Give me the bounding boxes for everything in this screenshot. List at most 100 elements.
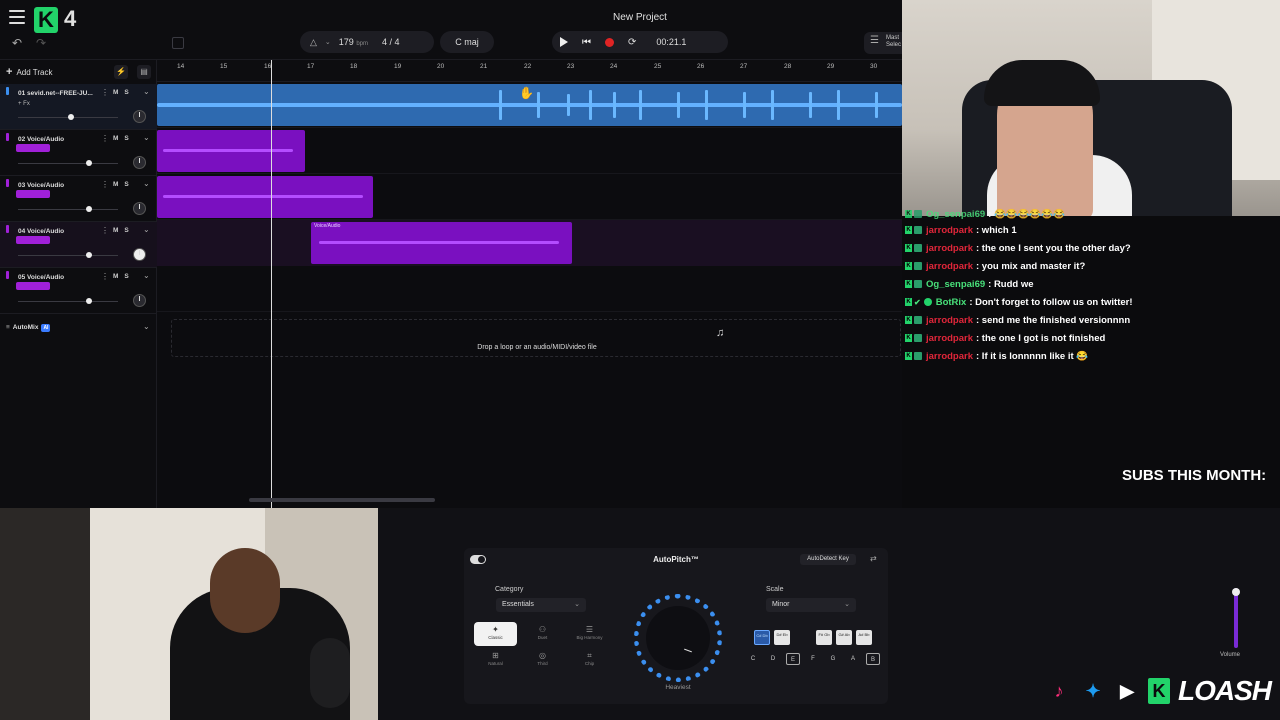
play-icon[interactable] [560,37,568,47]
track-name[interactable]: 01 sevid.net--FREE-JU... [18,90,98,97]
pan-knob[interactable] [133,294,146,307]
more-icon[interactable]: ⋮ [101,226,109,235]
record-icon[interactable] [605,37,614,47]
more-icon[interactable]: ⋮ [101,180,109,189]
preset-natural[interactable]: ⊞ Natural [474,648,517,672]
preset-duet[interactable]: ⚇ Duet [521,622,564,646]
autodetect-key-button[interactable]: AutoDetect Key [800,554,856,565]
black-key[interactable]: G# Ab [836,630,852,645]
chevron-down-icon[interactable]: ⌄ [143,225,150,234]
playhead[interactable] [271,60,272,508]
volume-slider[interactable] [18,209,118,210]
tempo-value[interactable]: 179 bpm [339,37,368,47]
pan-knob[interactable] [133,156,146,169]
more-icon[interactable]: ⋮ [101,134,109,143]
strength-dial[interactable] [634,594,722,682]
horizontal-scrollbar[interactable] [249,498,435,502]
volume-handle[interactable] [86,252,92,258]
automix-section[interactable]: ≡ AutoMix AI [6,324,51,332]
track-lane-3[interactable] [157,174,902,220]
black-key[interactable]: C# Db [754,630,770,645]
pan-knob[interactable] [133,248,146,261]
snap-icon[interactable] [172,37,184,49]
fx-button[interactable]: + Fx [18,101,30,107]
preset-classic[interactable]: ✦ Classic [474,622,517,646]
chevron-down-icon[interactable]: ⌄ [143,271,150,280]
chevron-down-icon[interactable]: ⌄ [143,179,150,188]
mute-solo-buttons[interactable]: MS [113,135,135,142]
volume-handle[interactable] [86,160,92,166]
white-key[interactable]: E [786,653,800,665]
track-header-3[interactable]: 03 Voice/Audio ⋮ MS ⌄ [0,176,157,222]
add-track-button[interactable]: + Add Track [6,66,52,78]
mute-solo-buttons[interactable]: MS [113,181,135,188]
pan-knob[interactable] [133,202,146,215]
chevron-down-icon[interactable]: ⌄ [143,87,150,96]
white-key[interactable]: G [826,653,840,665]
volume-slider[interactable] [18,163,118,164]
volume-handle[interactable] [68,114,74,120]
track-name[interactable]: 04 Voice/Audio [18,228,98,235]
volume-slider[interactable] [1232,588,1240,648]
track-header-2[interactable]: 02 Voice/Audio ⋮ MS ⌄ [0,130,157,176]
track-tag[interactable] [16,190,50,198]
redo-icon[interactable]: ↷ [36,36,46,50]
preset-chip[interactable]: ⌗ Chip [568,648,611,672]
track-lane-5[interactable] [157,266,902,312]
loop-icon[interactable]: ⟳ [628,37,636,48]
chevron-down-icon[interactable]: ⌄ [143,133,150,142]
more-icon[interactable]: ⋮ [101,88,109,97]
chevron-down-icon[interactable]: ⌄ [143,322,150,331]
preset-big-harmony[interactable]: ☰ Big Harmony [568,622,611,646]
black-key[interactable]: F# Gb [816,630,832,645]
menu-icon[interactable]: ⇄ [870,554,877,563]
white-key[interactable]: C [746,653,760,665]
timeline-ruler[interactable]: 14 15 16 17 18 19 20 21 22 23 24 25 26 2… [157,60,902,82]
black-key[interactable]: D# Eb [774,630,790,645]
volume-handle[interactable] [86,298,92,304]
white-key[interactable]: F [806,653,820,665]
preset-third[interactable]: ◎ Third [521,648,564,672]
track-lane-1[interactable]: ✋ [157,82,902,128]
master-button[interactable]: ☰ Mast Selec [864,32,904,54]
track-lane-4[interactable]: Voice/Audio [157,220,902,266]
volume-slider[interactable] [18,255,118,256]
track-tag[interactable] [16,236,50,244]
pan-knob[interactable] [133,110,146,123]
mute-solo-buttons[interactable]: MS [113,227,135,234]
track-header-4[interactable]: 04 Voice/Audio ⋮ MS ⌄ [0,222,157,268]
track-header-5[interactable]: 05 Voice/Audio ⋮ MS ⌄ [0,268,157,314]
settings-icon[interactable]: ▤ [137,65,151,79]
project-title[interactable]: New Project [560,12,720,23]
track-name[interactable]: 02 Voice/Audio [18,136,98,143]
arrangement-view[interactable]: ✋ Voice/Audio ♫ Drop a loop or an audio/… [157,60,902,508]
category-select[interactable]: Essentials ⌄ [496,598,586,612]
track-lane-2[interactable] [157,128,902,174]
scale-select[interactable]: Minor ⌄ [766,598,856,612]
volume-slider[interactable] [18,301,118,302]
audio-clip[interactable] [157,176,373,218]
undo-icon[interactable]: ↶ [12,36,22,50]
time-signature[interactable]: 4 / 4 [382,37,400,47]
audio-clip[interactable] [157,130,305,172]
white-key[interactable]: B [866,653,880,665]
mute-solo-buttons[interactable]: MS [113,89,135,96]
track-tag[interactable] [16,282,50,290]
skip-back-icon[interactable]: ⏮ [582,37,591,48]
drop-zone[interactable]: ♫ Drop a loop or an audio/MIDI/video fil… [171,319,901,357]
wand-icon[interactable]: ⚡ [114,65,128,79]
more-icon[interactable]: ⋮ [101,272,109,281]
dial-knob[interactable] [646,606,710,670]
volume-handle[interactable] [86,206,92,212]
audio-clip[interactable]: Voice/Audio [311,222,572,264]
track-tag[interactable] [16,144,50,152]
chevron-down-icon[interactable]: ⌄ [325,38,331,46]
metronome-icon[interactable]: △ [310,37,317,48]
mute-solo-buttons[interactable]: MS [113,273,135,280]
track-name[interactable]: 05 Voice/Audio [18,274,98,281]
tempo-control[interactable]: △ ⌄ 179 bpm 4 / 4 [300,31,434,53]
key-selector[interactable]: C maj [440,31,494,53]
volume-handle[interactable] [1232,588,1240,596]
white-key[interactable]: A [846,653,860,665]
hamburger-menu-icon[interactable] [9,10,25,24]
